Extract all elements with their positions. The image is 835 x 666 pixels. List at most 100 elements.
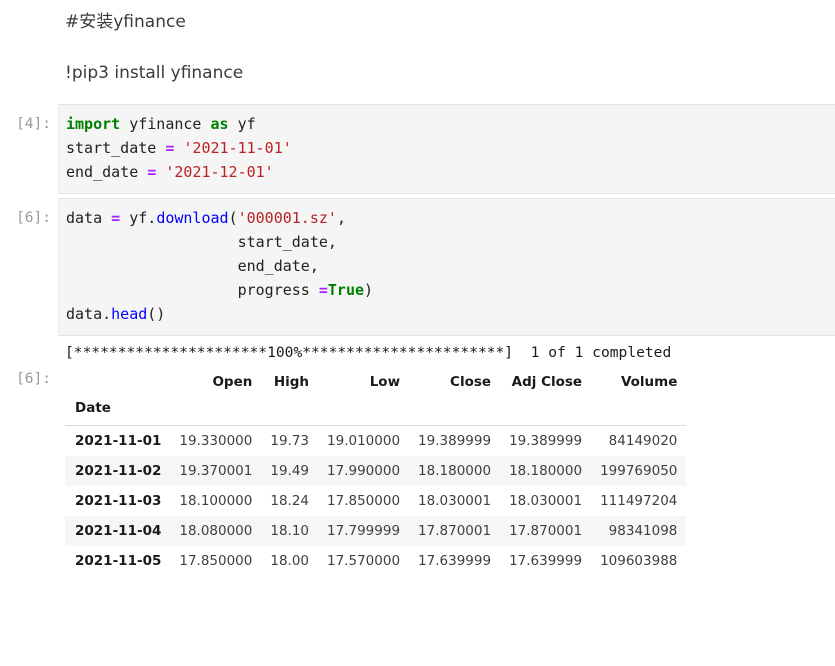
argument-start-date: start_date, [66, 233, 337, 251]
cell-open: 18.100000 [170, 486, 261, 516]
comma-after-ticker: , [337, 209, 346, 227]
row-index-date: 2021-11-03 [65, 486, 170, 516]
cell-close: 19.389999 [409, 425, 500, 456]
dataframe-table: Open High Low Close Adj Close Volume Dat… [65, 367, 686, 576]
string-ticker: '000001.sz' [238, 209, 337, 227]
index-row-spacer-1 [170, 397, 261, 426]
variable-end-date: end_date [66, 163, 147, 181]
literal-true: True [328, 281, 364, 299]
call-parens: () [147, 305, 165, 323]
cell-low: 17.799999 [318, 516, 409, 546]
markdown-line-pip-command: !pip3 install yfinance [65, 62, 835, 86]
code-cell-download: [6]: data = yf.download('000001.sz', sta… [0, 198, 835, 336]
cell-high: 18.10 [261, 516, 318, 546]
cell-low: 17.570000 [318, 546, 409, 576]
column-header-volume: Volume [591, 367, 686, 397]
cell-adj-close: 19.389999 [500, 425, 591, 456]
download-progress-text: [**********************100%*************… [58, 336, 835, 365]
row-index-date: 2021-11-04 [65, 516, 170, 546]
cell-low: 17.850000 [318, 486, 409, 516]
corner-cell-blank [65, 367, 170, 397]
row-index-date: 2021-11-05 [65, 546, 170, 576]
cell-volume: 199769050 [591, 456, 686, 486]
object-yf: yf. [120, 209, 156, 227]
cell-high: 18.24 [261, 486, 318, 516]
cell-volume: 109603988 [591, 546, 686, 576]
markdown-cell-pip-command[interactable]: !pip3 install yfinance [0, 35, 835, 104]
string-start-date: '2021-11-01' [174, 139, 291, 157]
string-end-date: '2021-12-01' [156, 163, 273, 181]
column-header-low: Low [318, 367, 409, 397]
row-index-date: 2021-11-01 [65, 425, 170, 456]
variable-start-date: start_date [66, 139, 165, 157]
object-data: data. [66, 305, 111, 323]
index-row-spacer-6 [591, 397, 686, 426]
cell-adj-close: 18.030001 [500, 486, 591, 516]
cell-volume: 111497204 [591, 486, 686, 516]
cell-high: 19.73 [261, 425, 318, 456]
cell-open: 17.850000 [170, 546, 261, 576]
paren-open: ( [229, 209, 238, 227]
column-header-adj-close: Adj Close [500, 367, 591, 397]
cell-close: 18.030001 [409, 486, 500, 516]
cell-low: 19.010000 [318, 425, 409, 456]
index-name-date: Date [65, 397, 170, 426]
stream-output-row: [**********************100%*************… [0, 336, 835, 365]
code-editor-imports[interactable]: import yfinance as yf start_date = '2021… [58, 104, 835, 194]
cell-low: 17.990000 [318, 456, 409, 486]
dataframe-output-row: [6]: Open High Low Close Adj Close Volum… [0, 367, 835, 576]
variable-data: data [66, 209, 111, 227]
operator-assign-data: = [111, 209, 120, 227]
cell-prompt-4: [4]: [0, 104, 58, 136]
cell-volume: 98341098 [591, 516, 686, 546]
alias-yf: yf [229, 115, 256, 133]
table-row: 2021-11-03 18.100000 18.24 17.850000 18.… [65, 486, 686, 516]
source-code-imports: import yfinance as yf start_date = '2021… [66, 112, 835, 184]
dataframe-head: Open High Low Close Adj Close Volume Dat… [65, 367, 686, 426]
index-row-spacer-4 [409, 397, 500, 426]
function-download: download [156, 209, 228, 227]
argument-end-date: end_date, [66, 257, 319, 275]
operator-assign-progress: = [319, 281, 328, 299]
index-row-spacer-5 [500, 397, 591, 426]
operator-assign-2: = [147, 163, 156, 181]
source-code-download: data = yf.download('000001.sz', start_da… [66, 206, 835, 326]
row-index-date: 2021-11-02 [65, 456, 170, 486]
cell-open: 18.080000 [170, 516, 261, 546]
dataframe-index-name-row: Date [65, 397, 686, 426]
markdown-cell-install-comment[interactable]: #安装yfinance [0, 0, 835, 35]
code-cell-imports: [4]: import yfinance as yf start_date = … [0, 104, 835, 194]
table-row: 2021-11-05 17.850000 18.00 17.570000 17.… [65, 546, 686, 576]
cell-adj-close: 17.870001 [500, 516, 591, 546]
cell-prompt-6-input: [6]: [0, 198, 58, 230]
cell-high: 19.49 [261, 456, 318, 486]
cell-open: 19.370001 [170, 456, 261, 486]
dataframe-column-header-row: Open High Low Close Adj Close Volume [65, 367, 686, 397]
code-editor-download[interactable]: data = yf.download('000001.sz', start_da… [58, 198, 835, 336]
dataframe-output-body: Open High Low Close Adj Close Volume Dat… [58, 367, 835, 576]
cell-adj-close: 18.180000 [500, 456, 591, 486]
keyword-import: import [66, 115, 120, 133]
argument-progress: progress [66, 281, 319, 299]
paren-close: ) [364, 281, 373, 299]
markdown-line-install-comment: #安装yfinance [65, 11, 835, 35]
function-head: head [111, 305, 147, 323]
table-row: 2021-11-04 18.080000 18.10 17.799999 17.… [65, 516, 686, 546]
notebook-container: #安装yfinance !pip3 install yfinance [4]: … [0, 0, 835, 666]
cell-close: 17.870001 [409, 516, 500, 546]
cell-adj-close: 17.639999 [500, 546, 591, 576]
dataframe-body: 2021-11-01 19.330000 19.73 19.010000 19.… [65, 425, 686, 576]
table-row: 2021-11-01 19.330000 19.73 19.010000 19.… [65, 425, 686, 456]
index-row-spacer-2 [261, 397, 318, 426]
cell-close: 18.180000 [409, 456, 500, 486]
keyword-as: as [211, 115, 229, 133]
cell-high: 18.00 [261, 546, 318, 576]
table-row: 2021-11-02 19.370001 19.49 17.990000 18.… [65, 456, 686, 486]
column-header-high: High [261, 367, 318, 397]
cell-volume: 84149020 [591, 425, 686, 456]
cell-close: 17.639999 [409, 546, 500, 576]
column-header-close: Close [409, 367, 500, 397]
index-row-spacer-3 [318, 397, 409, 426]
column-header-open: Open [170, 367, 261, 397]
module-yfinance: yfinance [120, 115, 210, 133]
